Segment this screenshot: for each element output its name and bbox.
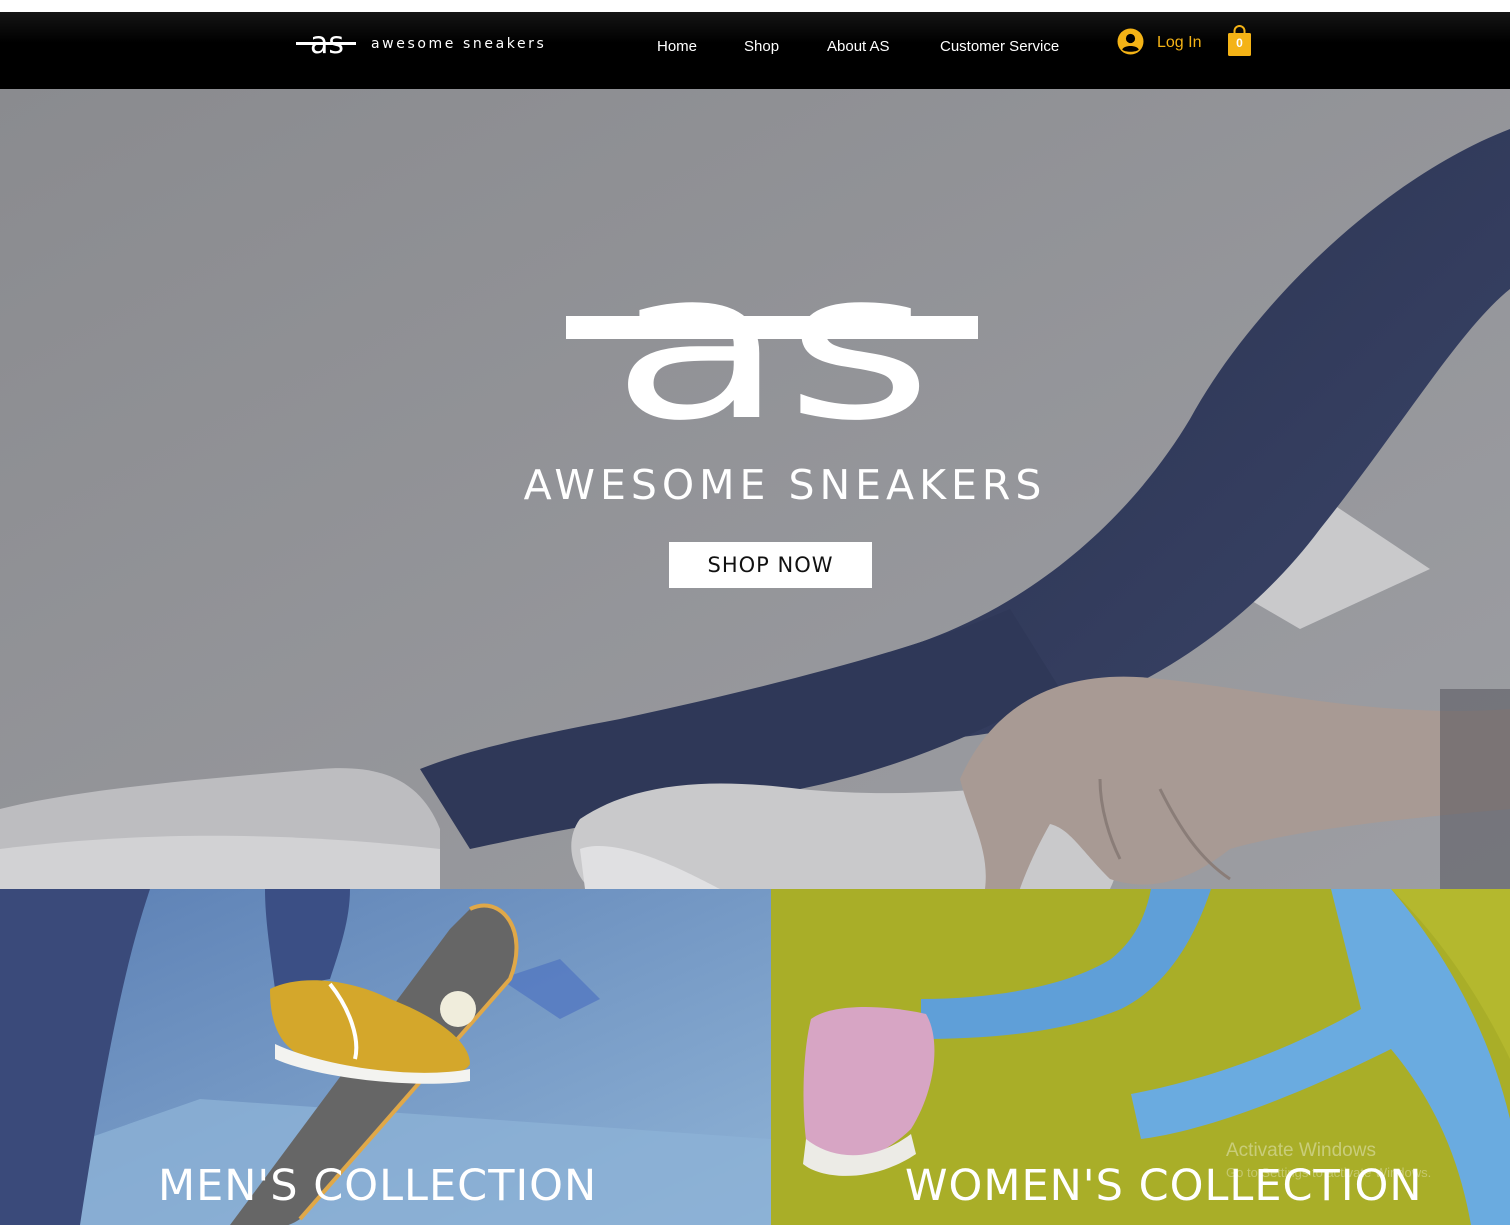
nav-about[interactable]: About AS (827, 38, 890, 55)
brand-name[interactable]: awesome sneakers (371, 36, 546, 52)
login-label: Log In (1157, 34, 1202, 51)
hero-title: AWESOME SNEAKERS (523, 461, 1047, 509)
top-strip (0, 0, 1510, 12)
site-header: as awesome sneakers Home Shop About AS C… (0, 12, 1510, 89)
hero-banner: as AWESOME SNEAKERS SHOP NOW (0, 89, 1510, 889)
cart-count: 0 (1236, 36, 1243, 50)
user-avatar-icon (1117, 28, 1144, 55)
nav-shop[interactable]: Shop (744, 38, 779, 55)
activate-windows-subtitle: Go to Settings to activate Windows. (1226, 1165, 1432, 1180)
hero-as-logo: as (566, 259, 978, 424)
activate-windows-title: Activate Windows (1226, 1140, 1376, 1161)
mens-collection-tile[interactable]: MEN'S COLLECTION (0, 889, 771, 1225)
nav-customer-service[interactable]: Customer Service (940, 38, 1059, 55)
nav-home[interactable]: Home (657, 38, 697, 55)
shop-now-button[interactable]: SHOP NOW (669, 542, 872, 588)
svg-text:as: as (611, 259, 933, 424)
cart-button[interactable]: 0 (1227, 25, 1252, 57)
mens-collection-title: MEN'S COLLECTION (158, 1161, 598, 1211)
as-logo-icon[interactable]: as (296, 31, 358, 59)
